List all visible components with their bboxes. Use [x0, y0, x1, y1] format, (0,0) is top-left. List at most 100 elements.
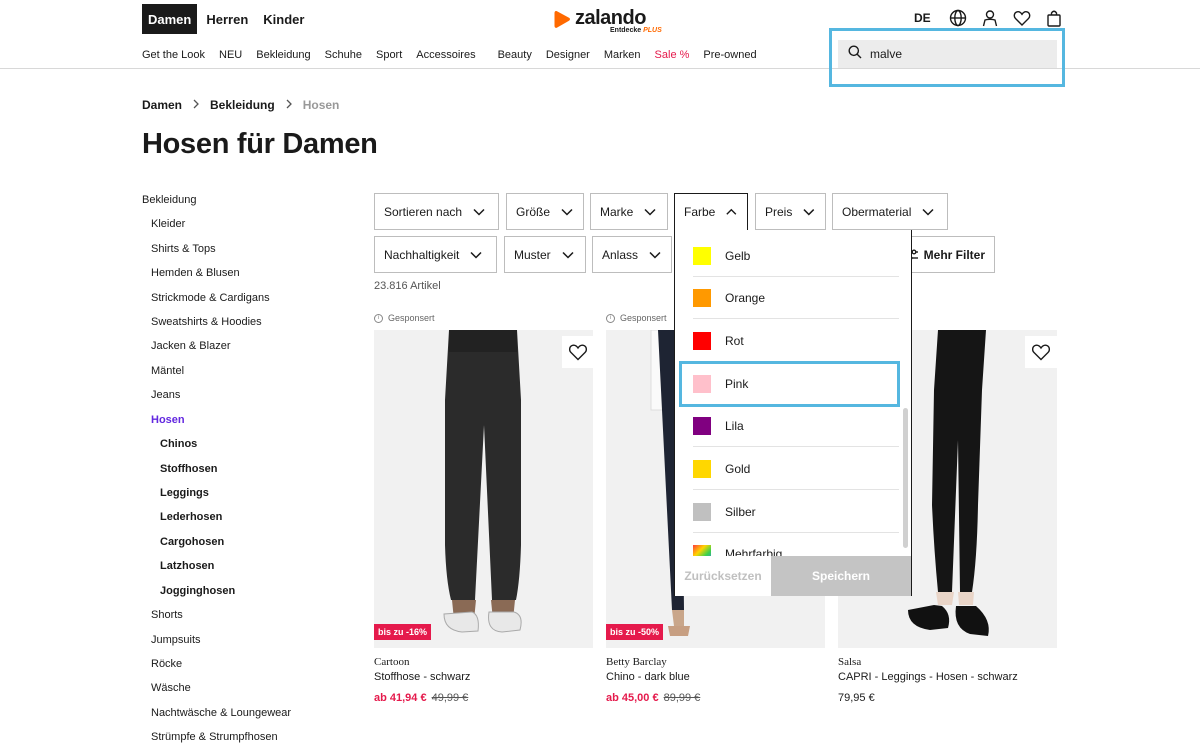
breadcrumb: Damen Bekleidung Hosen: [142, 98, 339, 112]
chevron-down-icon: [644, 208, 656, 216]
filter-groesse[interactable]: Größe: [506, 193, 584, 230]
breadcrumb-damen[interactable]: Damen: [142, 98, 182, 112]
color-option-gold[interactable]: Gold: [693, 448, 899, 490]
tab-damen[interactable]: Damen: [142, 4, 198, 34]
sidebar-item-jeans[interactable]: Jeans: [151, 389, 180, 401]
filter-nachhaltigkeit[interactable]: Nachhaltigkeit: [374, 236, 497, 273]
pink-option-highlight-box: [679, 361, 900, 407]
color-option-mehrfarbig[interactable]: Mehrfarbig: [693, 533, 899, 556]
discount-badge: bis zu -50%: [606, 624, 664, 640]
info-icon: i: [374, 313, 383, 323]
nav-marken[interactable]: Marken: [604, 49, 641, 61]
color-option-gelb[interactable]: Gelb: [693, 235, 899, 277]
sidebar-item-lederhosen[interactable]: Lederhosen: [160, 511, 222, 523]
chevron-down-icon: [562, 251, 574, 259]
language-label[interactable]: DE: [914, 11, 931, 25]
tab-herren[interactable]: Herren: [200, 4, 254, 34]
sidebar-item-maentel[interactable]: Mäntel: [151, 365, 184, 377]
filter-farbe[interactable]: Farbe: [674, 193, 748, 230]
chevron-down-icon: [649, 251, 661, 259]
color-option-silber[interactable]: Silber: [693, 491, 899, 533]
sidebar-item-strickmode[interactable]: Strickmode & Cardigans: [151, 292, 270, 304]
zalando-logo-icon: [554, 11, 570, 28]
color-filter-dropdown: Gelb Orange Rot Pink Lila Gold Silber Me…: [674, 230, 912, 596]
sidebar-item-nachtwaesche[interactable]: Nachtwäsche & Loungewear: [151, 707, 291, 719]
save-button[interactable]: Speichern: [771, 556, 911, 596]
breadcrumb-bekleidung[interactable]: Bekleidung: [210, 98, 275, 112]
reset-button[interactable]: Zurücksetzen: [675, 556, 771, 596]
filter-obermaterial[interactable]: Obermaterial: [832, 193, 948, 230]
wishlist-heart-icon[interactable]: [562, 336, 594, 368]
color-swatch: [693, 331, 711, 350]
chevron-right-icon: [285, 98, 293, 112]
pants-image-icon: [443, 330, 522, 633]
nav-neu[interactable]: NEU: [219, 49, 242, 61]
sidebar-item-jogginghosen[interactable]: Jogginghosen: [160, 585, 235, 597]
sidebar-item-hemden-blusen[interactable]: Hemden & Blusen: [151, 267, 240, 279]
sidebar-item-jumpsuits[interactable]: Jumpsuits: [151, 634, 201, 646]
sidebar-item-struempfe[interactable]: Strümpfe & Strumpfhosen: [151, 731, 278, 743]
sidebar-item-leggings[interactable]: Leggings: [160, 487, 209, 499]
chevron-right-icon: [192, 98, 200, 112]
product-name[interactable]: Chino - dark blue: [606, 671, 690, 683]
sidebar-item-jacken[interactable]: Jacken & Blazer: [151, 340, 230, 352]
article-count: 23.816 Artikel: [374, 280, 441, 292]
color-option-orange[interactable]: Orange: [693, 277, 899, 319]
product-name[interactable]: CAPRI - Leggings - Hosen - schwarz: [838, 671, 1018, 683]
nav-designer[interactable]: Designer: [546, 49, 590, 61]
filter-sortieren[interactable]: Sortieren nach: [374, 193, 499, 230]
color-swatch: [693, 459, 711, 478]
sidebar-item-hosen[interactable]: Hosen: [151, 414, 185, 426]
sidebar-item-chinos[interactable]: Chinos: [160, 438, 197, 450]
page-title: Hosen für Damen: [142, 128, 378, 160]
sidebar-item-bekleidung[interactable]: Bekleidung: [142, 194, 196, 206]
sidebar-item-roecke[interactable]: Röcke: [151, 658, 182, 670]
sidebar-item-cargohosen[interactable]: Cargohosen: [160, 536, 224, 548]
chevron-down-icon: [470, 251, 482, 259]
bag-icon[interactable]: [1044, 8, 1064, 28]
filter-preis[interactable]: Preis: [755, 193, 826, 230]
product-image[interactable]: [374, 330, 593, 648]
filter-anlass[interactable]: Anlass: [592, 236, 672, 273]
color-option-rot[interactable]: Rot: [693, 320, 899, 362]
nav-beauty[interactable]: Beauty: [498, 49, 532, 61]
filter-marke[interactable]: Marke: [590, 193, 668, 230]
heart-icon[interactable]: [1012, 8, 1032, 28]
sponsored-label: i Gesponsert: [606, 313, 667, 323]
dropdown-scrollbar[interactable]: [903, 408, 908, 548]
nav-get-the-look[interactable]: Get the Look: [142, 49, 205, 61]
chevron-down-icon: [473, 208, 485, 216]
sidebar-item-shirts-tops[interactable]: Shirts & Tops: [151, 243, 216, 255]
product-brand: Betty Barclay: [606, 656, 667, 668]
nav-bekleidung[interactable]: Bekleidung: [256, 49, 310, 61]
color-swatch: [693, 288, 711, 307]
sidebar-item-stoffhosen[interactable]: Stoffhosen: [160, 463, 217, 475]
chevron-down-icon: [561, 208, 573, 216]
nav-pre-owned[interactable]: Pre-owned: [703, 49, 756, 61]
product-brand: Salsa: [838, 656, 862, 668]
discount-badge: bis zu -16%: [374, 624, 432, 640]
search-highlight-box: [829, 28, 1065, 87]
dropdown-footer: Zurücksetzen Speichern: [675, 556, 913, 596]
globe-icon[interactable]: [948, 8, 968, 28]
sidebar-item-waesche[interactable]: Wäsche: [151, 682, 191, 694]
sidebar-item-kleider[interactable]: Kleider: [151, 218, 185, 230]
sidebar-item-sweatshirts[interactable]: Sweatshirts & Hoodies: [151, 316, 262, 328]
wishlist-heart-icon[interactable]: [1025, 336, 1057, 368]
nav-sale[interactable]: Sale %: [655, 49, 690, 61]
color-option-lila[interactable]: Lila: [693, 405, 899, 447]
nav-sport[interactable]: Sport: [376, 49, 402, 61]
product-name[interactable]: Stoffhose - schwarz: [374, 671, 470, 683]
sidebar-item-shorts[interactable]: Shorts: [151, 609, 183, 621]
header-icons: DE: [914, 8, 1064, 28]
logo-tagline: Entdecke PLUS: [610, 27, 662, 34]
nav-schuhe[interactable]: Schuhe: [325, 49, 362, 61]
chevron-down-icon: [922, 208, 934, 216]
filter-muster[interactable]: Muster: [504, 236, 586, 273]
nav-accessoires[interactable]: Accessoires: [416, 49, 475, 61]
chevron-up-icon: [726, 208, 737, 215]
top-nav: Get the Look NEU Bekleidung Schuhe Sport…: [142, 49, 771, 61]
sidebar-item-latzhosen[interactable]: Latzhosen: [160, 560, 214, 572]
tab-kinder[interactable]: Kinder: [257, 4, 310, 34]
user-icon[interactable]: [980, 8, 1000, 28]
